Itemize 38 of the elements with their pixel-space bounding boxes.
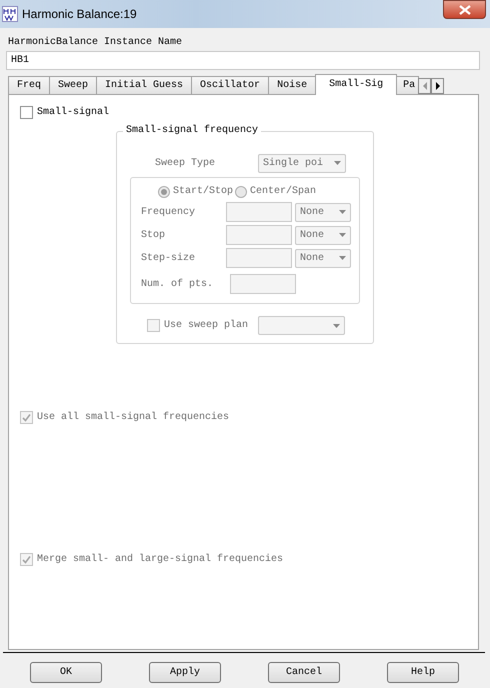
tab[interactable]: Noise <box>268 76 316 94</box>
checkbox-label: Small-signal <box>37 106 110 118</box>
close-icon <box>458 4 470 14</box>
radio-label: Center/Span <box>250 184 316 199</box>
scroll-right-button[interactable] <box>431 78 444 94</box>
tab[interactable]: Small-Sig <box>315 74 398 95</box>
tab[interactable]: Freq <box>8 76 50 94</box>
radio-label: Start/Stop <box>173 184 234 199</box>
field-label: Stop <box>141 228 166 242</box>
checkbox[interactable] <box>20 106 33 119</box>
dialog-button[interactable]: Cancel <box>268 662 340 683</box>
tab[interactable]: Initial Guess <box>96 76 192 94</box>
field-label: Step-size <box>141 252 196 266</box>
app-icon <box>2 6 18 22</box>
group-title: Small-signal frequency <box>123 125 262 137</box>
tab[interactable]: Pa <box>396 76 420 94</box>
dialog-button[interactable]: Help <box>387 662 459 683</box>
checkbox-label: Merge small- and large-signal frequencies <box>37 554 284 566</box>
right-arrow-icon <box>434 81 441 91</box>
dialog-button[interactable]: Apply <box>149 662 221 683</box>
checkbox-label: Use sweep plan <box>164 320 248 332</box>
tab[interactable]: Sweep <box>49 76 98 94</box>
field-label: Num. of pts. <box>141 278 214 292</box>
tab[interactable]: Oscillator <box>191 76 270 94</box>
caret-icon <box>333 324 340 328</box>
checkbox-label: Use all small-signal frequencies <box>37 412 230 424</box>
field-label: Sweep Type <box>155 156 216 170</box>
close-button[interactable] <box>443 0 486 19</box>
caret-icon <box>339 233 346 237</box>
field-label: HarmonicBalance Instance Name <box>8 37 184 49</box>
dialog-button[interactable]: OK <box>30 662 102 683</box>
caret-icon <box>334 161 341 165</box>
left-arrow-icon <box>422 81 428 91</box>
input-field[interactable]: HB1 <box>6 51 480 70</box>
caret-icon <box>339 256 346 260</box>
caret-icon <box>339 210 346 214</box>
field-label: Frequency <box>141 206 196 220</box>
window-title: Harmonic Balance:19 <box>22 6 137 23</box>
